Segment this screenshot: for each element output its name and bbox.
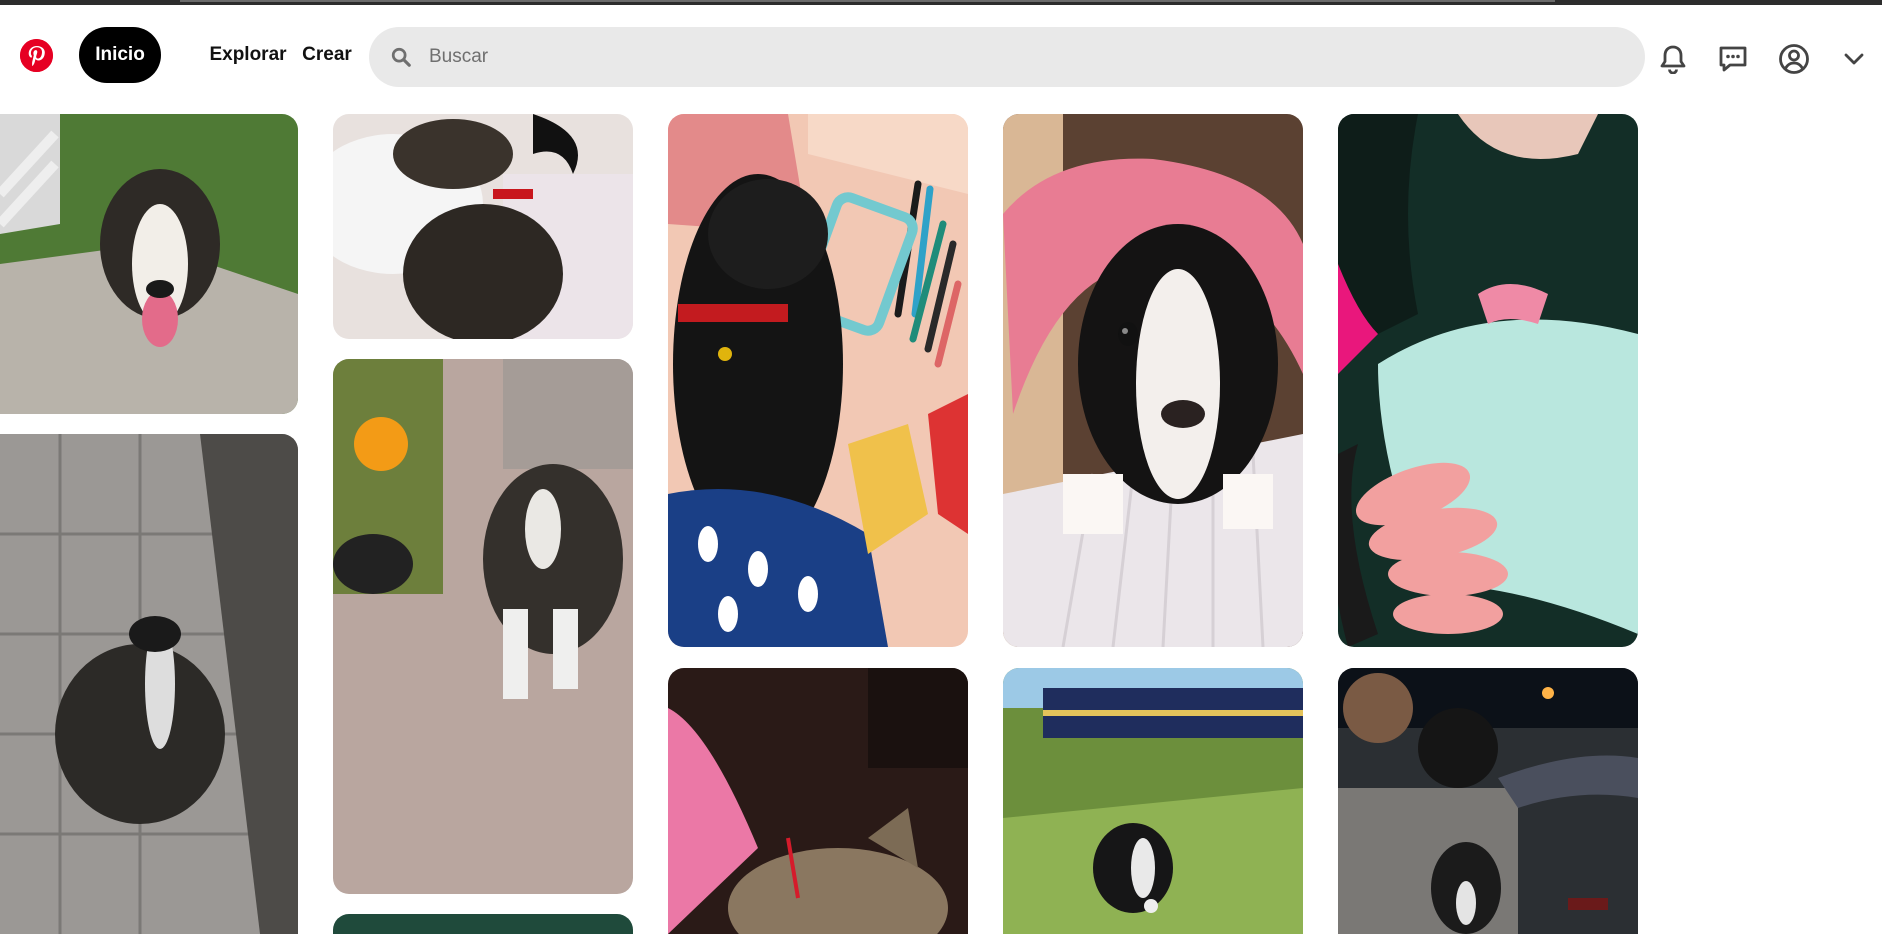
pin-image — [0, 434, 298, 934]
pinterest-logo-icon[interactable] — [20, 39, 53, 72]
pin-image — [1338, 668, 1638, 934]
pin-image — [668, 114, 968, 647]
window-top-strip-inner — [180, 0, 1555, 2]
pin-puppy-next-to-marigold[interactable] — [333, 359, 633, 894]
chevron-down-icon[interactable] — [1836, 41, 1872, 77]
nav-home-button[interactable]: Inicio — [79, 27, 161, 83]
search-icon — [387, 43, 415, 71]
bell-icon[interactable] — [1655, 41, 1691, 77]
pin-image — [1003, 668, 1303, 934]
pin-image — [333, 114, 633, 339]
pin-cat-with-red-collar[interactable] — [668, 668, 968, 934]
pin-puppy-sleeping-on-bed[interactable] — [333, 114, 633, 339]
pin-puppy-on-grass[interactable] — [1003, 668, 1303, 934]
pin-image — [1338, 114, 1638, 647]
pin-dog-on-grass[interactable] — [0, 114, 298, 414]
pin-black-puppy-with-markers[interactable] — [668, 114, 968, 647]
pin-image — [1003, 114, 1303, 647]
search-bar[interactable] — [369, 27, 1645, 87]
nav-create-link[interactable]: Crear — [297, 27, 357, 83]
pin-puppy-in-pink-jacket[interactable] — [1003, 114, 1303, 647]
pin-image — [333, 914, 633, 934]
pin-image — [0, 114, 298, 414]
nav-explore-link[interactable]: Explorar — [188, 27, 308, 83]
pin-image — [333, 359, 633, 894]
pin-dog-on-tiles[interactable] — [0, 434, 298, 934]
search-input[interactable] — [427, 45, 1581, 69]
pin-puppy-at-night[interactable] — [1338, 668, 1638, 934]
user-circle-icon[interactable] — [1776, 41, 1812, 77]
pin-image — [668, 668, 968, 934]
top-navigation: Inicio Explorar Crear — [0, 5, 1882, 107]
pin-partial[interactable] — [333, 914, 633, 934]
message-icon[interactable] — [1715, 41, 1751, 77]
pin-hands-with-fluffy-blanket[interactable] — [1338, 114, 1638, 647]
